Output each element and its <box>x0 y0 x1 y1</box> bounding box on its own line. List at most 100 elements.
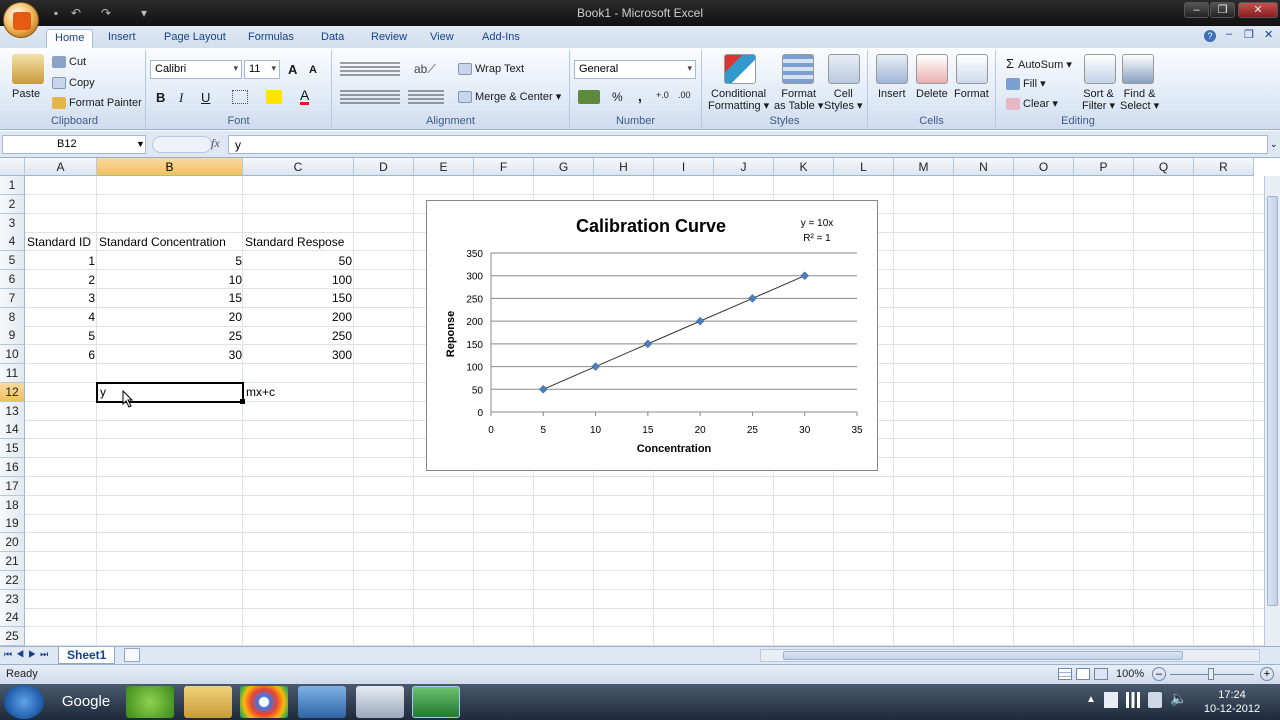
close-button[interactable]: ✕ <box>1238 2 1278 18</box>
row-header-12[interactable]: 12 <box>0 382 25 402</box>
cell-b8[interactable]: 20 <box>97 308 244 327</box>
name-box-dropdown-icon[interactable]: ▼ <box>136 139 145 149</box>
format-as-table-button[interactable]: Format as Table ▾ <box>774 88 823 112</box>
row-header-1[interactable]: 1 <box>0 176 25 195</box>
ribbon-restore-icon[interactable]: ❐ <box>1244 28 1254 41</box>
conditional-formatting-button[interactable]: Conditional Formatting ▾ <box>708 88 769 112</box>
cell-styles-button[interactable]: Cell Styles ▾ <box>824 88 863 112</box>
vertical-scrollbar[interactable] <box>1264 176 1280 646</box>
paste-icon[interactable] <box>12 54 44 84</box>
cell-a6[interactable]: 2 <box>25 271 97 290</box>
excel-taskbar-icon[interactable] <box>412 686 460 718</box>
column-header-o[interactable]: O <box>1014 158 1074 176</box>
page-break-view-icon[interactable] <box>1094 668 1108 680</box>
cell-b7[interactable]: 15 <box>97 289 244 308</box>
zoom-level[interactable]: 100% <box>1116 668 1144 680</box>
volume-icon[interactable]: 🔈 <box>1170 690 1187 707</box>
cell-a5[interactable]: 1 <box>25 252 97 271</box>
select-all-corner[interactable] <box>0 158 25 176</box>
insert-sheet-icon[interactable] <box>124 648 140 662</box>
control-panel-taskbar-icon[interactable] <box>298 686 346 718</box>
cell-c12[interactable]: mx+c <box>244 383 324 402</box>
row-header-21[interactable]: 21 <box>0 552 25 571</box>
insert-cells-button[interactable]: Insert <box>878 88 906 100</box>
row-header-5[interactable]: 5 <box>0 251 25 271</box>
page-layout-view-icon[interactable] <box>1076 668 1090 680</box>
column-header-i[interactable]: I <box>654 158 714 176</box>
column-header-l[interactable]: L <box>834 158 894 176</box>
row-header-17[interactable]: 17 <box>0 476 25 496</box>
cell-a4[interactable]: Standard ID <box>25 233 97 252</box>
currency-icon[interactable] <box>578 90 600 104</box>
column-header-e[interactable]: E <box>414 158 474 176</box>
name-box[interactable]: B12 <box>2 135 146 154</box>
conditional-formatting-icon[interactable] <box>724 54 756 84</box>
office-button[interactable] <box>3 2 39 38</box>
column-header-m[interactable]: M <box>894 158 954 176</box>
cell-a10[interactable]: 6 <box>25 346 97 365</box>
tab-data[interactable]: Data <box>313 29 352 48</box>
cut-button[interactable]: Cut <box>52 56 86 69</box>
row-header-15[interactable]: 15 <box>0 439 25 459</box>
row-header-14[interactable]: 14 <box>0 420 25 440</box>
cell-b6[interactable]: 10 <box>97 271 244 290</box>
zoom-slider-thumb[interactable] <box>1208 668 1214 680</box>
customize-qat-icon[interactable]: ▾ <box>136 5 152 21</box>
row-header-13[interactable]: 13 <box>0 401 25 421</box>
clear-button[interactable]: Clear ▾ <box>1006 97 1058 111</box>
tab-insert[interactable]: Insert <box>100 29 144 48</box>
wrap-text-button[interactable]: Wrap Text <box>458 63 524 76</box>
row-header-20[interactable]: 20 <box>0 533 25 553</box>
sort-filter-button[interactable]: Sort & Filter ▾ <box>1082 88 1115 112</box>
delete-cells-button[interactable]: Delete <box>916 88 948 100</box>
cell-b5[interactable]: 5 <box>97 252 244 271</box>
format-cells-button[interactable]: Format <box>954 88 989 100</box>
signal-icon[interactable] <box>1126 692 1140 708</box>
insert-cells-icon[interactable] <box>876 54 908 84</box>
row-header-24[interactable]: 24 <box>0 608 25 628</box>
bold-button[interactable]: B <box>156 90 165 105</box>
column-header-h[interactable]: H <box>594 158 654 176</box>
fx-icon[interactable]: fx <box>211 136 220 151</box>
copy-button[interactable]: Copy <box>52 77 95 90</box>
row-header-11[interactable]: 11 <box>0 364 25 383</box>
font-name-combo[interactable]: Calibri <box>150 60 242 79</box>
expand-formula-icon[interactable]: ⌄ <box>1270 139 1278 150</box>
clock[interactable]: 17:24 10-12-2012 <box>1196 688 1268 716</box>
tab-formulas[interactable]: Formulas <box>240 29 302 48</box>
orientation-icon[interactable]: ab⟋ <box>414 62 436 77</box>
tab-review[interactable]: Review <box>363 29 415 48</box>
binoculars-icon[interactable] <box>1122 54 1154 84</box>
horizontal-align-icons[interactable] <box>340 90 400 104</box>
cell-b12-active[interactable]: y <box>96 382 244 403</box>
save-icon[interactable]: ▪ <box>48 5 64 21</box>
window-taskbar-icon[interactable] <box>356 686 404 718</box>
column-header-r[interactable]: R <box>1194 158 1254 176</box>
cell-b4[interactable]: Standard Concentration <box>97 233 244 252</box>
cell-c8[interactable]: 200 <box>243 308 354 327</box>
help-icon[interactable]: ? <box>1204 30 1216 42</box>
cell-c5[interactable]: 50 <box>243 252 354 271</box>
font-size-combo[interactable]: 11 <box>244 60 280 79</box>
increase-decimal-icon[interactable]: +.0 <box>656 90 669 100</box>
column-header-j[interactable]: J <box>714 158 774 176</box>
cell-c9[interactable]: 250 <box>243 327 354 346</box>
row-header-18[interactable]: 18 <box>0 495 25 515</box>
format-as-table-icon[interactable] <box>782 54 814 84</box>
column-header-b[interactable]: B <box>97 158 243 176</box>
comma-button[interactable]: , <box>638 88 642 104</box>
google-taskbar-button[interactable]: Google <box>56 686 116 718</box>
minimize-button[interactable]: – <box>1184 2 1209 18</box>
row-header-4[interactable]: 4 <box>0 232 25 252</box>
column-header-d[interactable]: D <box>354 158 414 176</box>
network-icon[interactable] <box>1148 692 1162 708</box>
column-header-q[interactable]: Q <box>1134 158 1194 176</box>
decrease-decimal-icon[interactable]: .00 <box>678 90 691 100</box>
undo-icon[interactable]: ↶ <box>68 5 84 21</box>
column-header-f[interactable]: F <box>474 158 534 176</box>
horizontal-scrollbar[interactable] <box>760 649 1260 662</box>
indent-icons[interactable] <box>408 90 444 104</box>
formula-input[interactable]: y <box>228 135 1268 154</box>
cell-c6[interactable]: 100 <box>243 271 354 290</box>
workbook-close-icon[interactable]: ✕ <box>1264 28 1273 41</box>
